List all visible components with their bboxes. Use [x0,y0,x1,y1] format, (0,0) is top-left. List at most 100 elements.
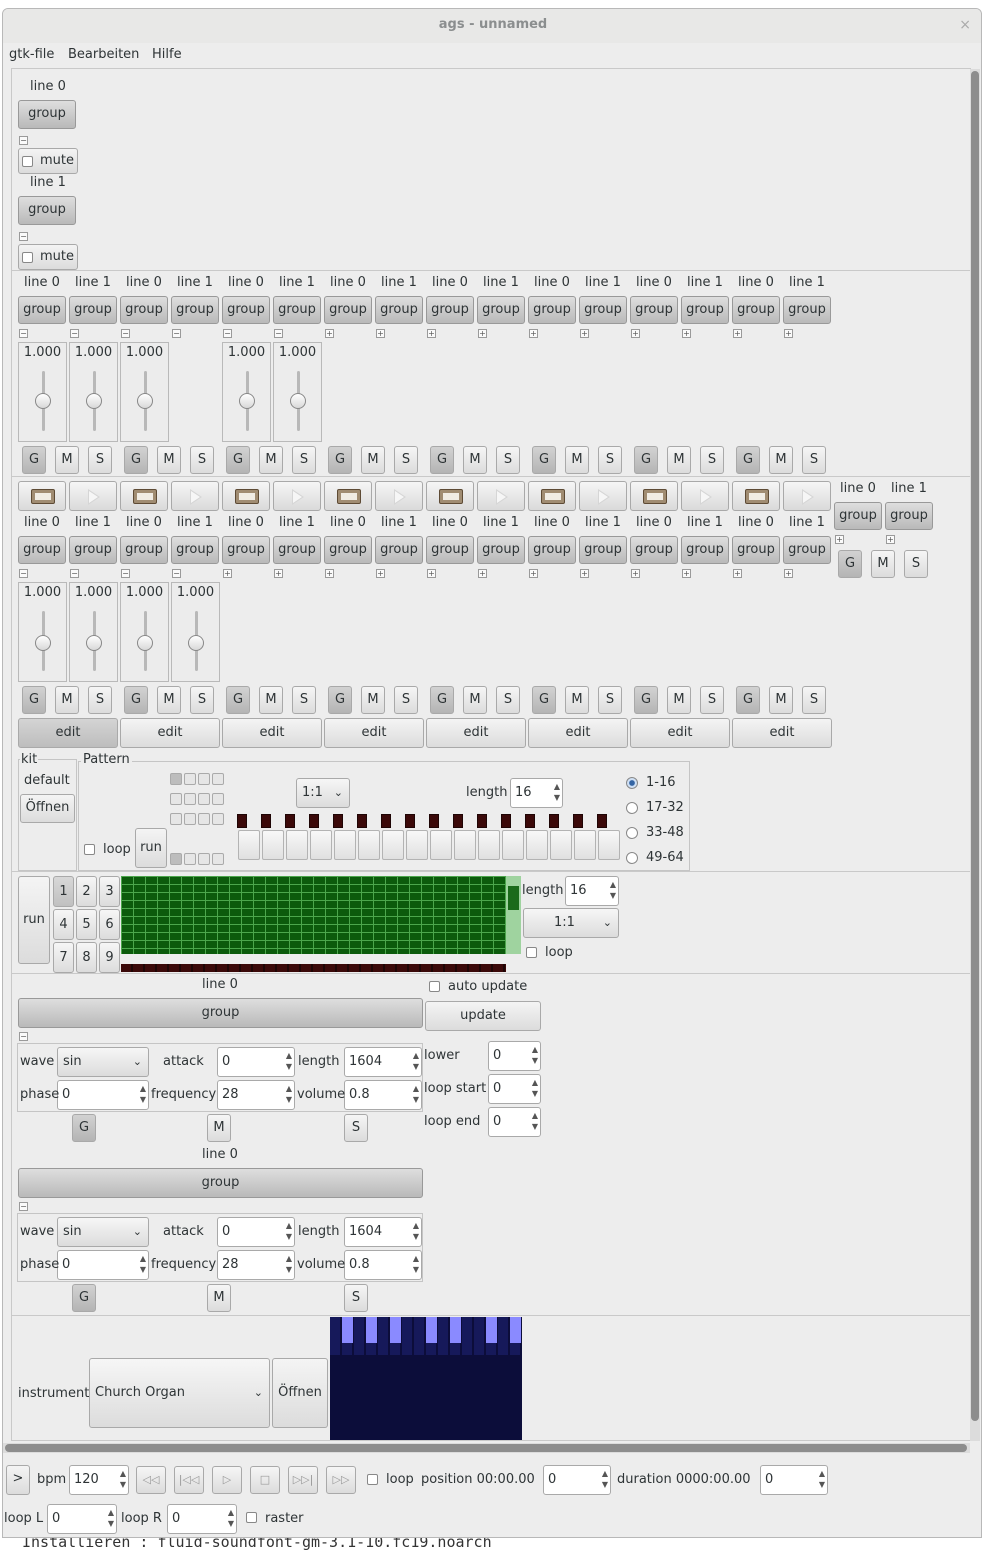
spin-arrows-icon[interactable]: ▲ ▼ [120,1468,126,1490]
rewind-button[interactable]: ◁◁ [136,1466,166,1494]
expander-icon[interactable]: + [835,535,844,544]
group-button[interactable]: group [18,196,76,225]
drum-play-button[interactable] [171,481,219,511]
piano-white-key[interactable] [462,1317,473,1355]
instrument-combo[interactable]: Church Organ ⌄ [89,1358,270,1428]
spin-arrows-icon[interactable]: ▲ ▼ [413,1050,419,1072]
piano-white-key[interactable] [354,1317,365,1355]
collapse-icon[interactable]: − [19,1202,28,1211]
spin-arrows-icon[interactable]: ▲ ▼ [140,1253,146,1275]
expander-icon[interactable]: + [274,569,283,578]
index-pad[interactable] [170,773,182,785]
matrix-index-button[interactable]: 7 [53,942,74,973]
gms-m-button[interactable]: M [157,686,181,714]
spin-arrows-icon[interactable]: ▲ ▼ [602,1468,608,1490]
expander-icon[interactable]: + [682,569,691,578]
spin-arrows-icon[interactable]: ▲ ▼ [140,1083,146,1105]
volume-knob[interactable] [86,635,102,651]
spin-arrows-icon[interactable]: ▲ ▼ [413,1220,419,1242]
mute-checkbox[interactable] [22,156,33,167]
piano-black-key[interactable] [426,1317,437,1343]
gms-s-button[interactable]: S [344,1284,368,1312]
gms-s-button[interactable]: S [190,446,214,474]
volume-slider[interactable]: 1.000 [69,582,118,682]
gms-m-button[interactable]: M [361,446,385,474]
expander-icon[interactable]: − [19,329,28,338]
gms-m-button[interactable]: M [769,686,793,714]
length-spinner[interactable]: 16 ▲ ▼ [510,778,563,808]
volume-knob[interactable] [35,635,51,651]
expander-icon[interactable]: + [631,569,640,578]
piano-white-key[interactable] [498,1317,509,1355]
wave-combo[interactable]: sin ⌄ [57,1217,149,1247]
pattern-pad[interactable] [574,830,596,860]
edit-button[interactable]: edit [222,718,322,748]
group-button[interactable]: group [120,536,168,564]
gms-m-button[interactable]: M [565,446,589,474]
expander-icon[interactable]: − [172,329,181,338]
gms-g-button[interactable]: G [226,446,250,474]
expander-icon[interactable]: + [529,329,538,338]
loop-end-spinner[interactable]: 0 ▲ ▼ [488,1107,541,1137]
offset-radio[interactable] [626,802,638,814]
group-button[interactable]: group [120,296,168,324]
spin-arrows-icon[interactable]: ▲ ▼ [610,879,616,901]
gms-g-button[interactable]: G [124,446,148,474]
gms-m-button[interactable]: M [463,446,487,474]
offset-radio[interactable] [626,852,638,864]
matrix-index-button[interactable]: 1 [53,876,74,907]
expander-icon[interactable]: − [121,569,130,578]
group-button[interactable]: group [426,536,474,564]
menu-hilfe[interactable]: Hilfe [152,47,182,62]
group-button[interactable]: group [528,536,576,564]
volume-knob[interactable] [188,635,204,651]
expander-icon[interactable]: + [784,569,793,578]
index-pad[interactable] [212,793,224,805]
expander-button[interactable]: > [6,1465,30,1495]
expander-icon[interactable]: − [70,569,79,578]
drum-open-button[interactable] [222,481,270,511]
spin-arrows-icon[interactable]: ▲ ▼ [819,1468,825,1490]
expander-icon[interactable]: + [376,569,385,578]
frequency-spinner[interactable]: 28 ▲ ▼ [217,1080,295,1110]
drum-open-button[interactable] [120,481,168,511]
gms-s-button[interactable]: S [344,1114,368,1142]
piano-white-key[interactable] [330,1317,341,1355]
index-pad[interactable] [184,853,196,865]
matrix-index-button[interactable]: 8 [76,942,97,973]
expander-icon[interactable]: + [325,329,334,338]
index-pad[interactable] [184,793,196,805]
pattern-pad[interactable] [430,830,452,860]
expander-icon[interactable]: + [325,569,334,578]
gms-s-button[interactable]: S [904,550,928,578]
group-button[interactable]: group [477,536,525,564]
menu-gtk-file[interactable]: gtk-file [9,47,54,62]
matrix-length-spinner[interactable]: 16 ▲ ▼ [565,876,619,906]
piano-black-key[interactable] [390,1317,401,1343]
pattern-pad[interactable] [550,830,572,860]
piano-display[interactable] [330,1317,522,1440]
mute-checkbox[interactable] [22,252,33,263]
drum-open-button[interactable] [426,481,474,511]
expander-icon[interactable]: + [478,329,487,338]
edit-button[interactable]: edit [732,718,832,748]
gms-g-button[interactable]: G [22,446,46,474]
ratio-combo[interactable]: 1:1 ⌄ [296,778,350,808]
group-button[interactable]: group [579,536,627,564]
group-button[interactable]: group [18,998,423,1028]
pattern-pad[interactable] [502,830,524,860]
wave-combo[interactable]: sin ⌄ [57,1047,149,1077]
edit-button[interactable]: edit [18,718,118,748]
expander-icon[interactable]: + [427,329,436,338]
loop-checkbox[interactable] [367,1474,378,1485]
volume-knob[interactable] [239,393,255,409]
gms-s-button[interactable]: S [394,686,418,714]
pattern-pad[interactable] [526,830,548,860]
expander-icon[interactable]: + [886,535,895,544]
volume-slider[interactable]: 1.000 [171,582,220,682]
vertical-scrollbar-thumb[interactable] [971,71,979,1421]
group-button[interactable]: group [630,536,678,564]
pattern-pad[interactable] [286,830,308,860]
expander-icon[interactable]: − [274,329,283,338]
drum-open-button[interactable] [630,481,678,511]
